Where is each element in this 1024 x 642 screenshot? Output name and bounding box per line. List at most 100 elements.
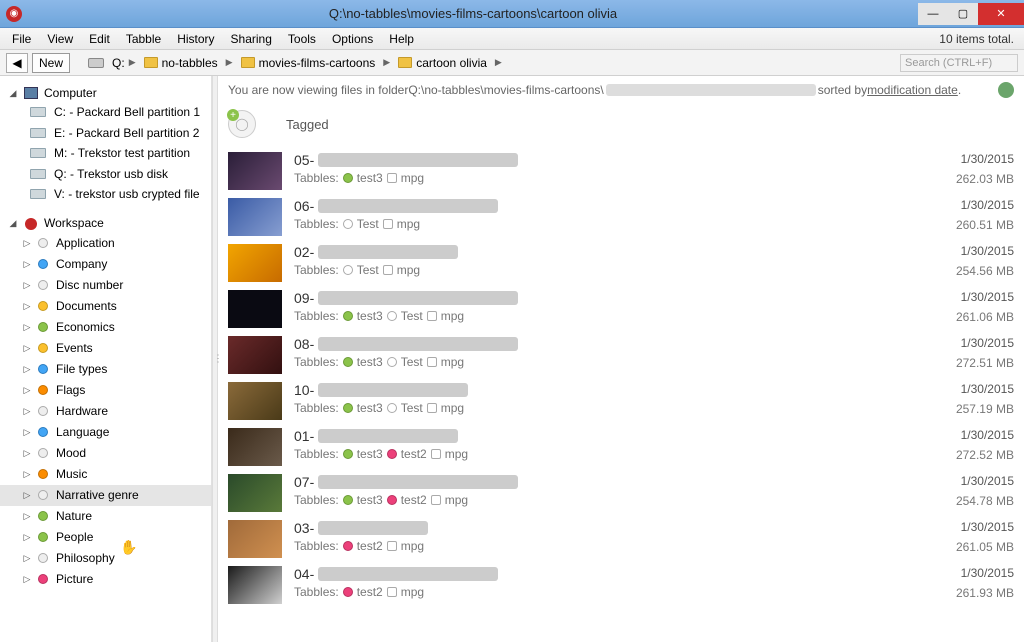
sidebar-item-events[interactable]: ▷Events — [0, 338, 211, 359]
menu-file[interactable]: File — [4, 30, 39, 48]
back-button[interactable]: ◀ — [6, 53, 28, 73]
expand-icon[interactable]: ▷ — [22, 259, 32, 270]
category-dot-icon — [38, 427, 48, 437]
search-input[interactable]: Search (CTRL+F) — [900, 54, 1018, 72]
tree-drive[interactable]: Q: - Trekstor usb disk — [0, 164, 211, 184]
file-row[interactable]: 09-Tabbles: test3 Test mpg1/30/2015261.0… — [218, 286, 1024, 332]
expand-icon[interactable]: ▷ — [22, 532, 32, 543]
category-dot-icon — [38, 574, 48, 584]
sidebar-item-application[interactable]: ▷Application — [0, 233, 211, 254]
collapse-icon[interactable]: ◢ — [8, 218, 18, 229]
chevron-right-icon: ▶ — [383, 57, 390, 68]
category-dot-icon — [38, 511, 48, 521]
file-row[interactable]: 01-Tabbles: test3 test2 mpg1/30/2015272.… — [218, 424, 1024, 470]
toolbar: ◀ New Q: ▶ no-tabbles▶movies-films-carto… — [0, 50, 1024, 76]
breadcrumb-1[interactable]: movies-films-cartoons — [237, 56, 380, 70]
file-date: 1/30/2015 — [914, 520, 1014, 534]
file-row[interactable]: 04-Tabbles: test2 mpg1/30/2015261.93 MB — [218, 562, 1024, 608]
expand-icon[interactable]: ▷ — [22, 301, 32, 312]
close-button[interactable]: ✕ — [978, 3, 1024, 25]
expand-icon[interactable]: ▷ — [22, 406, 32, 417]
file-row[interactable]: 06-Tabbles: Test mpg1/30/2015260.51 MB — [218, 194, 1024, 240]
file-size: 272.52 MB — [914, 448, 1014, 462]
menu-edit[interactable]: Edit — [81, 30, 118, 48]
thumbnail — [228, 382, 282, 420]
file-row[interactable]: 02-Tabbles: Test mpg1/30/2015254.56 MB — [218, 240, 1024, 286]
sidebar-item-economics[interactable]: ▷Economics — [0, 317, 211, 338]
sidebar-item-picture[interactable]: ▷Picture — [0, 569, 211, 590]
expand-icon[interactable]: ▷ — [22, 553, 32, 564]
new-button[interactable]: New — [32, 53, 70, 73]
file-row[interactable]: 05-Tabbles: test3 mpg1/30/2015262.03 MB — [218, 148, 1024, 194]
expand-icon[interactable]: ▷ — [22, 448, 32, 459]
file-tags: Tabbles: test3 Test mpg — [294, 401, 914, 415]
tag-dot-icon — [343, 495, 353, 505]
menu-view[interactable]: View — [39, 30, 81, 48]
splitter[interactable] — [212, 76, 218, 642]
menu-options[interactable]: Options — [324, 30, 381, 48]
collapse-icon[interactable]: ◢ — [8, 88, 18, 99]
sidebar-item-mood[interactable]: ▷Mood — [0, 443, 211, 464]
tree-drive[interactable]: E: - Packard Bell partition 2 — [0, 123, 211, 143]
tree-drive[interactable]: M: - Trekstor test partition — [0, 143, 211, 163]
sort-link[interactable]: modification date — [867, 83, 958, 97]
menu-tools[interactable]: Tools — [280, 30, 324, 48]
minimize-button[interactable]: — — [918, 3, 948, 25]
expand-icon[interactable]: ▷ — [22, 343, 32, 354]
tag-dot-icon — [387, 311, 397, 321]
menu-sharing[interactable]: Sharing — [223, 30, 280, 48]
drive-letter[interactable]: Q: — [112, 56, 125, 70]
sidebar-item-hardware[interactable]: ▷Hardware — [0, 401, 211, 422]
menu-help[interactable]: Help — [381, 30, 422, 48]
file-tags: Tabbles: test3 test2 mpg — [294, 447, 914, 461]
tag-dot-icon — [387, 357, 397, 367]
file-row[interactable]: 08-Tabbles: test3 Test mpg1/30/2015272.5… — [218, 332, 1024, 378]
tag-square-icon — [387, 541, 397, 551]
breadcrumb-2[interactable]: cartoon olivia — [394, 56, 491, 70]
expand-icon[interactable]: ▷ — [22, 238, 32, 249]
menu-tabble[interactable]: Tabble — [118, 30, 169, 48]
file-row[interactable]: 10-Tabbles: test3 Test mpg1/30/2015257.1… — [218, 378, 1024, 424]
sidebar-item-narrative-genre[interactable]: ▷Narrative genre — [0, 485, 211, 506]
sidebar-item-flags[interactable]: ▷Flags — [0, 380, 211, 401]
sidebar-item-music[interactable]: ▷Music — [0, 464, 211, 485]
sidebar-item-disc-number[interactable]: ▷Disc number — [0, 275, 211, 296]
tree-computer[interactable]: ◢ Computer — [0, 84, 211, 102]
globe-icon[interactable] — [998, 82, 1014, 98]
expand-icon[interactable]: ▷ — [22, 511, 32, 522]
sidebar-item-documents[interactable]: ▷Documents — [0, 296, 211, 317]
file-date: 1/30/2015 — [914, 152, 1014, 166]
expand-icon[interactable]: ▷ — [22, 322, 32, 333]
sidebar-item-file-types[interactable]: ▷File types — [0, 359, 211, 380]
category-dot-icon — [38, 490, 48, 500]
expand-icon[interactable]: ▷ — [22, 490, 32, 501]
expand-icon[interactable]: ▷ — [22, 574, 32, 585]
file-date: 1/30/2015 — [914, 566, 1014, 580]
maximize-button[interactable]: ▢ — [948, 3, 978, 25]
menu-history[interactable]: History — [169, 30, 222, 48]
file-name: 04- — [294, 566, 914, 582]
expand-icon[interactable]: ▷ — [22, 364, 32, 375]
category-dot-icon — [38, 448, 48, 458]
expand-icon[interactable]: ▷ — [22, 280, 32, 291]
expand-icon[interactable]: ▷ — [22, 469, 32, 480]
file-name: 07- — [294, 474, 914, 490]
expand-icon[interactable]: ▷ — [22, 427, 32, 438]
tree-drive[interactable]: V: - trekstor usb crypted file — [0, 184, 211, 204]
sidebar-item-company[interactable]: ▷Company — [0, 254, 211, 275]
tag-square-icon — [431, 449, 441, 459]
tree-drive[interactable]: C: - Packard Bell partition 1 — [0, 102, 211, 122]
expand-icon[interactable]: ▷ — [22, 385, 32, 396]
drive-icon — [30, 148, 46, 158]
sidebar-item-philosophy[interactable]: ▷Philosophy — [0, 548, 211, 569]
list-header: + ◯ Tagged — [218, 106, 1024, 148]
add-tag-button[interactable]: + ◯ — [228, 110, 256, 138]
sidebar-item-nature[interactable]: ▷Nature — [0, 506, 211, 527]
breadcrumb-0[interactable]: no-tabbles — [140, 56, 222, 70]
sidebar-item-language[interactable]: ▷Language — [0, 422, 211, 443]
tree-workspace[interactable]: ◢ Workspace — [0, 214, 211, 232]
file-size: 254.56 MB — [914, 264, 1014, 278]
sidebar-item-people[interactable]: ▷People — [0, 527, 211, 548]
file-row[interactable]: 07-Tabbles: test3 test2 mpg1/30/2015254.… — [218, 470, 1024, 516]
file-row[interactable]: 03-Tabbles: test2 mpg1/30/2015261.05 MB — [218, 516, 1024, 562]
